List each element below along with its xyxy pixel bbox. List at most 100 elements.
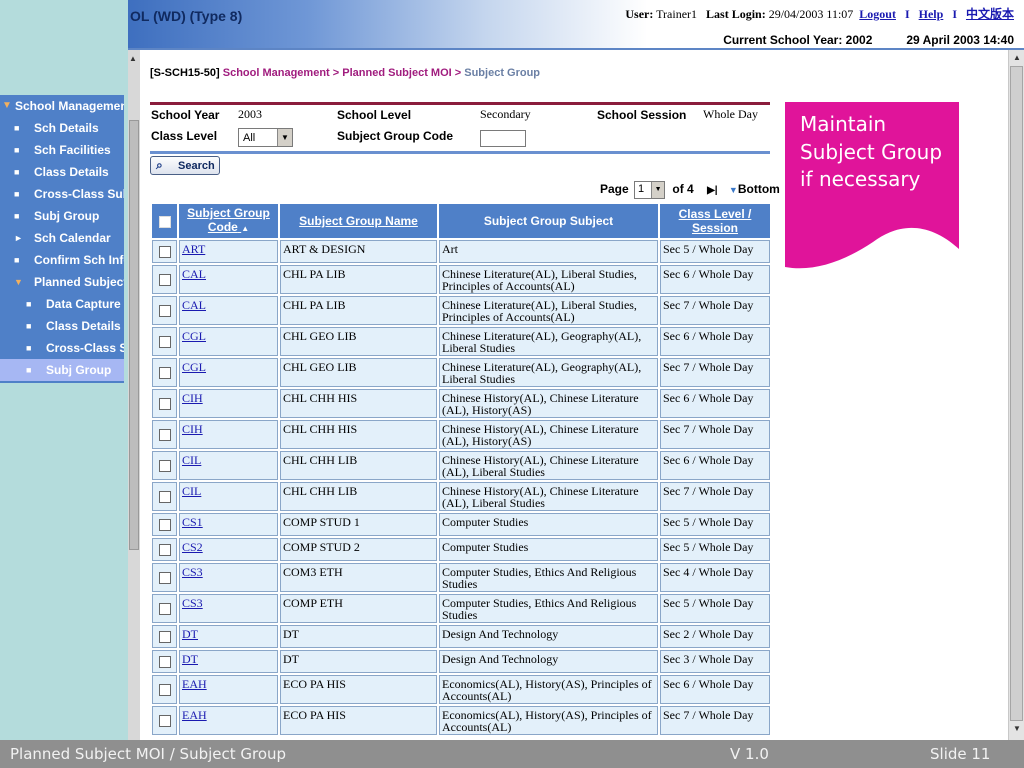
subject-group-code-input[interactable] [480, 130, 526, 147]
sidebar-item-cross-class-subj[interactable]: ■ Cross-Class Subj [0, 183, 124, 205]
subject-group-name: CHL CHH LIB [280, 451, 437, 480]
scrollbar-thumb[interactable] [1010, 66, 1023, 721]
screen-code: [S-SCH15-50] [150, 67, 220, 79]
subject-group-code-link[interactable]: EAH [182, 708, 207, 722]
column-header-name[interactable]: Subject Group Name [280, 204, 437, 238]
filter-top-rule [150, 102, 770, 105]
row-checkbox[interactable] [158, 491, 171, 504]
row-checkbox[interactable] [158, 603, 171, 616]
row-checkbox[interactable] [158, 246, 171, 259]
row-checkbox[interactable] [158, 460, 171, 473]
content-scrollbar[interactable]: ▲ ▼ [1008, 50, 1024, 740]
row-checkbox[interactable] [158, 429, 171, 442]
scroll-up-icon[interactable]: ▲ [129, 54, 137, 63]
subject-group-code-link[interactable]: CAL [182, 298, 206, 312]
row-checkbox[interactable] [158, 519, 171, 532]
row-checkbox[interactable] [158, 656, 171, 669]
search-button[interactable]: ⌕ Search [150, 156, 220, 175]
subject-group-code-link[interactable]: CS2 [182, 540, 203, 554]
sidebar-item-moi-class-details[interactable]: ■ Class Details [0, 315, 124, 337]
page-select[interactable]: 1 ▼ [634, 181, 666, 199]
column-header-class-level[interactable]: Class Level / Session [660, 204, 770, 238]
sidebar-item-moi-subj-group[interactable]: ■ Subj Group [0, 359, 124, 381]
subject-group-code-link[interactable]: CIL [182, 453, 201, 467]
collapsed-arrow-icon: ► [14, 233, 23, 243]
bullet-icon: ■ [14, 255, 20, 265]
sidebar-item-subj-group[interactable]: ■ Subj Group [0, 205, 124, 227]
row-checkbox[interactable] [158, 631, 171, 644]
row-checkbox[interactable] [158, 305, 171, 318]
sidebar-scrollbar[interactable]: ▲ [128, 50, 140, 740]
sidebar-item-sch-facilities[interactable]: ■ Sch Facilities [0, 139, 124, 161]
row-checkbox[interactable] [158, 274, 171, 287]
subject-group-code-link[interactable]: DT [182, 652, 198, 666]
header-divider [128, 48, 1024, 50]
breadcrumb-planned-subject-moi[interactable]: Planned Subject MOI [342, 67, 451, 79]
table-row: CAL CHL PA LIB Chinese Literature(AL), Lib… [152, 265, 770, 294]
last-page-icon[interactable]: ▶| [707, 185, 718, 196]
row-checkbox[interactable] [158, 544, 171, 557]
subject-group-code-link[interactable]: CIH [182, 422, 203, 436]
row-checkbox[interactable] [158, 367, 171, 380]
sidebar-item-confirm-sch-info[interactable]: ■ Confirm Sch Info [0, 249, 124, 271]
subject-group-code-link[interactable]: EAH [182, 677, 207, 691]
scroll-up-icon[interactable]: ▲ [1013, 53, 1021, 62]
row-checkbox[interactable] [158, 684, 171, 697]
subject-group-code-link[interactable]: CGL [182, 329, 206, 343]
expand-icon: ▼ [2, 100, 12, 111]
sidebar-item-data-capture[interactable]: ■ Data Capture [0, 293, 124, 315]
bullet-icon: ■ [14, 211, 20, 221]
class-level-session: Sec 5 / Whole Day [660, 538, 770, 561]
bullet-icon: ■ [14, 189, 20, 199]
row-checkbox[interactable] [158, 336, 171, 349]
bullet-icon: ■ [14, 167, 20, 177]
subject-group-code-link[interactable]: CIH [182, 391, 203, 405]
subject-group-code-link[interactable]: CS3 [182, 565, 203, 579]
class-level-session: Sec 7 / Whole Day [660, 420, 770, 449]
row-checkbox[interactable] [158, 398, 171, 411]
row-checkbox[interactable] [158, 572, 171, 585]
sidebar-item-planned-subject-moi[interactable]: ▼ Planned Subject MOI [0, 271, 124, 293]
school-level-label: School Level [337, 108, 412, 122]
scrollbar-thumb[interactable] [129, 120, 139, 550]
sort-ascending-icon: ▲ [241, 224, 250, 233]
sidebar-item-label: Cross-Class Subj [46, 341, 124, 355]
subject-group-code-link[interactable]: CS1 [182, 515, 203, 529]
subject-group-name: COMP STUD 1 [280, 513, 437, 536]
subject-group-name: DT [280, 650, 437, 673]
subject-group-subject: Chinese Literature(AL), Geography(AL), L… [439, 358, 658, 387]
select-all-checkbox[interactable] [158, 215, 171, 228]
subject-group-code-link[interactable]: CIL [182, 484, 201, 498]
subject-group-name: ART & DESIGN [280, 240, 437, 263]
pager: Page 1 ▼ of 4 ▶| ▼Bottom [600, 181, 780, 199]
subject-group-code-link[interactable]: DT [182, 627, 198, 641]
subject-group-code-link[interactable]: ART [182, 242, 205, 256]
subject-group-code-link[interactable]: CAL [182, 267, 206, 281]
chinese-version-link[interactable]: 中文版本 [966, 7, 1014, 21]
class-level-session: Sec 6 / Whole Day [660, 451, 770, 480]
breadcrumb-separator: > [332, 67, 340, 79]
subject-group-name: CHL GEO LIB [280, 327, 437, 356]
sidebar-item-sch-details[interactable]: ■ Sch Details [0, 117, 124, 139]
scroll-down-icon[interactable]: ▼ [1013, 724, 1021, 733]
subject-group-code-link[interactable]: CS3 [182, 596, 203, 610]
table-row: CS3 COM3 ETH Computer Studies, Ethics And … [152, 563, 770, 592]
class-level-select[interactable]: All ▼ [238, 128, 293, 147]
breadcrumb: [S-SCH15-50] School Management > Planned… [150, 67, 540, 79]
help-link[interactable]: Help [919, 7, 944, 21]
column-header-code[interactable]: Subject Group Code ▲ [179, 204, 278, 238]
subject-group-code-link[interactable]: CGL [182, 360, 206, 374]
bottom-link[interactable]: ▼Bottom [729, 182, 780, 196]
user-value: Trainer1 [656, 7, 698, 21]
logout-link[interactable]: Logout [859, 7, 896, 21]
sidebar-item-sch-calendar[interactable]: ► Sch Calendar [0, 227, 124, 249]
chevron-down-icon[interactable]: ▼ [651, 182, 665, 198]
sidebar-item-school-management[interactable]: ▼ School Management [0, 95, 124, 117]
breadcrumb-school-management[interactable]: School Management [223, 67, 330, 79]
table-row: CIH CHL CHH HIS Chinese History(AL), Chine… [152, 420, 770, 449]
chevron-down-icon[interactable]: ▼ [277, 129, 292, 146]
row-checkbox[interactable] [158, 715, 171, 728]
sidebar-item-class-details[interactable]: ■ Class Details [0, 161, 124, 183]
sidebar-item-moi-cross-class-subj[interactable]: ■ Cross-Class Subj [0, 337, 124, 359]
table-body: ART ART & DESIGN Art Sec 5 / Whole Day CAL C… [152, 240, 770, 735]
